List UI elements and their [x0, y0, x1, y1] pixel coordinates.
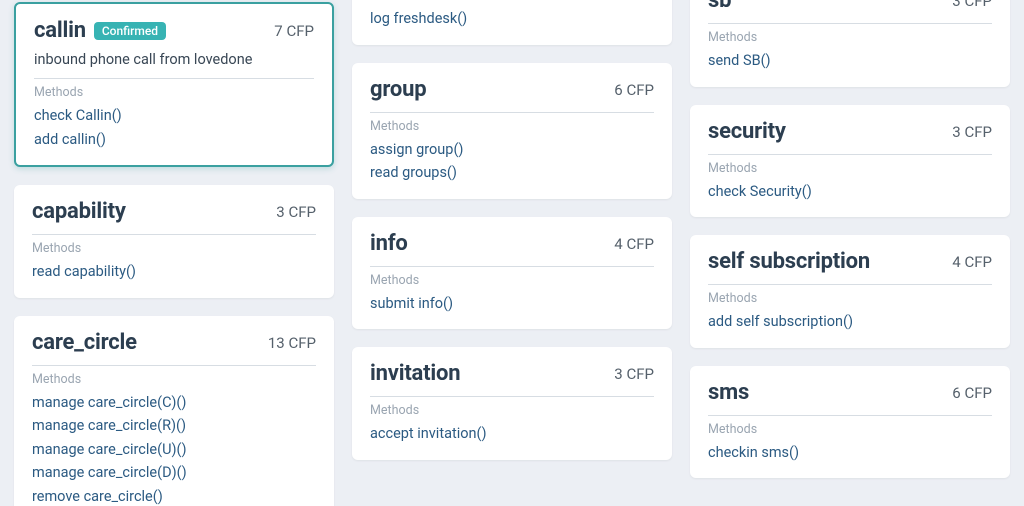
card-title: self subscription	[708, 249, 870, 274]
card-header: info 4 CFP	[370, 231, 654, 256]
cfp-value: 13 CFP	[268, 330, 316, 352]
cfp-value: 4 CFP	[614, 231, 654, 253]
methods-list: log freshdesk()	[370, 9, 654, 29]
methods-list: accept invitation()	[370, 424, 654, 444]
card-info[interactable]: info 4 CFP Methods submit info()	[352, 217, 672, 330]
method-link[interactable]: send SB()	[708, 51, 992, 71]
methods-list: checkin sms()	[708, 443, 992, 463]
method-link[interactable]: assign group()	[370, 140, 654, 160]
methods-list: read capability()	[32, 262, 316, 282]
card-board: callin Confirmed 7 CFP inbound phone cal…	[0, 0, 1024, 506]
divider	[708, 23, 992, 24]
method-link[interactable]: remove care_circle()	[32, 487, 316, 506]
card-group[interactable]: group 6 CFP Methods assign group() read …	[352, 63, 672, 199]
card-header: sms 6 CFP	[708, 380, 992, 405]
divider	[32, 234, 316, 235]
card-description: inbound phone call from lovedone	[34, 51, 314, 68]
card-sb[interactable]: sb 3 CFP Methods send SB()	[690, 0, 1010, 87]
method-link[interactable]: read capability()	[32, 262, 316, 282]
method-link[interactable]: manage care_circle(U)()	[32, 440, 316, 460]
card-title: invitation	[370, 361, 460, 386]
methods-heading: Methods	[370, 273, 654, 288]
method-link[interactable]: check Callin()	[34, 106, 314, 126]
card-header: group 6 CFP	[370, 77, 654, 102]
status-badge: Confirmed	[94, 22, 166, 40]
divider	[708, 154, 992, 155]
methods-heading: Methods	[370, 403, 654, 418]
method-link[interactable]: manage care_circle(D)()	[32, 463, 316, 483]
card-header: care_circle 13 CFP	[32, 330, 316, 355]
methods-heading: Methods	[32, 372, 316, 387]
method-link[interactable]: read groups()	[370, 163, 654, 183]
cfp-value: 3 CFP	[276, 199, 316, 221]
methods-list: check Callin() add callin()	[34, 106, 314, 149]
divider	[370, 266, 654, 267]
method-link[interactable]: accept invitation()	[370, 424, 654, 444]
cfp-value: 7 CFP	[274, 18, 314, 40]
cfp-value: 3 CFP	[952, 119, 992, 141]
divider	[708, 284, 992, 285]
method-link[interactable]: manage care_circle(C)()	[32, 393, 316, 413]
methods-heading: Methods	[708, 30, 992, 45]
methods-list: add self subscription()	[708, 312, 992, 332]
card-header: capability 3 CFP	[32, 199, 316, 224]
method-link[interactable]: log freshdesk()	[370, 9, 654, 29]
card-capability[interactable]: capability 3 CFP Methods read capability…	[14, 185, 334, 298]
card-header: sb 3 CFP	[708, 0, 992, 13]
cfp-value: 6 CFP	[614, 77, 654, 99]
divider	[34, 78, 314, 79]
card-header: invitation 3 CFP	[370, 361, 654, 386]
card-header: callin Confirmed 7 CFP	[34, 18, 314, 43]
card-security[interactable]: security 3 CFP Methods check Security()	[690, 105, 1010, 218]
card-care-circle[interactable]: care_circle 13 CFP Methods manage care_c…	[14, 316, 334, 506]
card-title: care_circle	[32, 330, 137, 355]
divider	[370, 396, 654, 397]
card-title: sb	[708, 0, 731, 13]
cfp-value: 3 CFP	[614, 361, 654, 383]
method-link[interactable]: check Security()	[708, 182, 992, 202]
card-title: capability	[32, 199, 126, 224]
divider	[370, 112, 654, 113]
methods-list: manage care_circle(C)() manage care_circ…	[32, 393, 316, 506]
method-link[interactable]: add self subscription()	[708, 312, 992, 332]
divider	[708, 415, 992, 416]
card-title: group	[370, 77, 426, 102]
divider	[32, 365, 316, 366]
methods-heading: Methods	[708, 291, 992, 306]
column-1: callin Confirmed 7 CFP inbound phone cal…	[14, 2, 334, 506]
card-title: sms	[708, 380, 749, 405]
methods-heading: Methods	[32, 241, 316, 256]
cfp-value: 4 CFP	[952, 249, 992, 271]
card-header: self subscription 4 CFP	[708, 249, 992, 274]
cfp-value: 6 CFP	[952, 380, 992, 402]
card-header: security 3 CFP	[708, 119, 992, 144]
methods-list: send SB()	[708, 51, 992, 71]
methods-list: submit info()	[370, 294, 654, 314]
card-freshdesk[interactable]: Methods log freshdesk()	[352, 0, 672, 45]
methods-heading: Methods	[34, 85, 314, 100]
method-link[interactable]: add callin()	[34, 130, 314, 150]
card-self-subscription[interactable]: self subscription 4 CFP Methods add self…	[690, 235, 1010, 348]
methods-heading: Methods	[708, 422, 992, 437]
card-title: info	[370, 231, 408, 256]
column-3: sb 3 CFP Methods send SB() security 3 CF…	[690, 2, 1010, 506]
card-callin[interactable]: callin Confirmed 7 CFP inbound phone cal…	[14, 2, 334, 167]
method-link[interactable]: submit info()	[370, 294, 654, 314]
method-link[interactable]: manage care_circle(R)()	[32, 416, 316, 436]
card-sms[interactable]: sms 6 CFP Methods checkin sms()	[690, 366, 1010, 479]
methods-heading: Methods	[708, 161, 992, 176]
card-title: callin	[34, 18, 86, 43]
card-title: security	[708, 119, 786, 144]
card-invitation[interactable]: invitation 3 CFP Methods accept invitati…	[352, 347, 672, 460]
methods-list: check Security()	[708, 182, 992, 202]
column-2: Methods log freshdesk() group 6 CFP Meth…	[352, 2, 672, 506]
cfp-value: 3 CFP	[952, 0, 992, 10]
methods-heading: Methods	[370, 0, 654, 3]
method-link[interactable]: checkin sms()	[708, 443, 992, 463]
methods-list: assign group() read groups()	[370, 140, 654, 183]
methods-heading: Methods	[370, 119, 654, 134]
